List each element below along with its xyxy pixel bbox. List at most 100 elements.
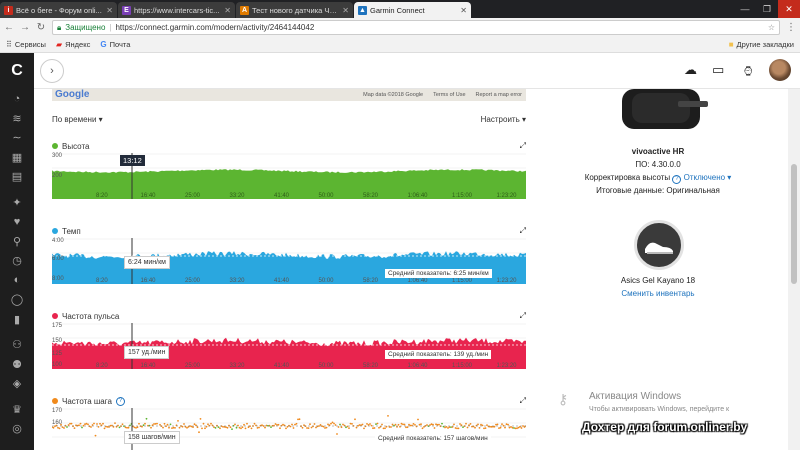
restore-icon[interactable]: ❐ bbox=[756, 4, 778, 15]
cadence-point bbox=[231, 428, 233, 430]
bookmark-mail[interactable]: G Почта bbox=[100, 40, 130, 49]
expand-icon[interactable]: ⤢ bbox=[520, 396, 526, 406]
cadence-point bbox=[102, 422, 104, 425]
forward-arrow-icon[interactable]: → bbox=[20, 22, 30, 33]
x-tick-label: 33:20 bbox=[230, 278, 246, 284]
cadence-point bbox=[457, 427, 460, 430]
cadence-point bbox=[178, 426, 181, 429]
inbox-icon[interactable]: ▭ bbox=[712, 62, 724, 78]
elevation-correction-dropdown[interactable]: Отключено ▾ bbox=[684, 173, 732, 182]
key-icon: ⚷ bbox=[558, 391, 569, 407]
cadence-point bbox=[507, 423, 509, 426]
customize-dropdown[interactable]: Настроить ▾ bbox=[481, 115, 526, 127]
address-bar[interactable]: 🔒︎ Защищено | https://connect.garmin.com… bbox=[52, 20, 780, 35]
garmin-logo-icon[interactable]: C bbox=[0, 53, 34, 89]
reload-icon[interactable]: ↻ bbox=[36, 22, 46, 33]
cadence-plot[interactable]: 170 160 158 шагов/мин Средний показатель… bbox=[52, 408, 526, 450]
cadence-point bbox=[523, 426, 526, 428]
help-icon[interactable]: ? bbox=[115, 396, 125, 406]
close-icon[interactable]: ✕ bbox=[342, 6, 349, 15]
map-terms-link[interactable]: Terms of Use bbox=[433, 92, 465, 98]
sort-dropdown[interactable]: По времени ▾ bbox=[52, 115, 103, 127]
x-tick-label: 50:00 bbox=[319, 193, 335, 199]
timer-icon[interactable]: ◷ bbox=[0, 251, 34, 271]
help-icon[interactable]: ? bbox=[672, 175, 682, 184]
avatar[interactable] bbox=[769, 59, 791, 81]
other-bookmarks[interactable]: ■ Другие закладки bbox=[729, 40, 794, 49]
activation-subtitle: Чтобы активировать Windows, перейдите к bbox=[589, 406, 730, 413]
browser-menu-icon[interactable]: ⋮ bbox=[786, 22, 796, 33]
elevation-dot-icon bbox=[52, 143, 58, 149]
settings-icon[interactable]: ◎ bbox=[0, 419, 34, 439]
change-gear-link[interactable]: Сменить инвентарь bbox=[560, 289, 756, 298]
activities-icon[interactable]: ∼ bbox=[0, 128, 34, 148]
cadence-point bbox=[309, 423, 311, 426]
cadence-point bbox=[349, 422, 352, 425]
minimize-icon[interactable]: — bbox=[734, 4, 756, 14]
close-icon[interactable]: ✕ bbox=[460, 6, 467, 15]
cadence-point bbox=[196, 426, 199, 429]
close-icon[interactable]: ✕ bbox=[224, 6, 231, 15]
expand-icon[interactable]: ⤢ bbox=[520, 226, 526, 236]
expand-icon[interactable]: ⤢ bbox=[520, 311, 526, 321]
bookmark-services[interactable]: ⠿ Сервисы bbox=[6, 40, 46, 49]
cadence-point bbox=[340, 426, 343, 429]
pace-plot[interactable]: 8:20 16:40 25:00 33:20 41:40 50:00 58:20 1:06:4… bbox=[52, 238, 526, 284]
browser-tab[interactable]: E https://www.intercars-tic... ✕ bbox=[118, 2, 235, 18]
cadence-point bbox=[247, 426, 250, 429]
map-report-link[interactable]: Report a map error bbox=[476, 92, 522, 98]
sleep-icon[interactable]: ◐ bbox=[0, 271, 34, 291]
chart-title: Высота bbox=[62, 141, 90, 151]
cadence-point bbox=[333, 422, 335, 425]
back-arrow-icon[interactable]: ← bbox=[4, 22, 14, 33]
cadence-point bbox=[52, 426, 55, 429]
cadence-point bbox=[369, 423, 371, 425]
bookmark-star-icon[interactable]: ☆ bbox=[768, 23, 775, 32]
x-tick-label: 58:20 bbox=[363, 278, 379, 284]
hover-tooltip: 6:24 мин/км bbox=[124, 256, 170, 269]
calendar-icon[interactable]: ▦ bbox=[0, 148, 34, 168]
reports-icon[interactable]: ▤ bbox=[0, 167, 34, 187]
cadence-point bbox=[406, 426, 409, 429]
cadence-point bbox=[246, 422, 248, 425]
dashboard-icon[interactable]: ◔ bbox=[0, 89, 34, 109]
scrollbar-thumb[interactable] bbox=[791, 164, 797, 284]
cadence-point bbox=[177, 420, 179, 422]
insights-icon[interactable]: ◯ bbox=[0, 290, 34, 310]
x-tick-label: 8:20 bbox=[96, 278, 108, 284]
expand-icon[interactable]: ⤢ bbox=[520, 141, 526, 151]
layers-icon[interactable]: ≋ bbox=[0, 109, 34, 129]
cadence-point bbox=[154, 423, 157, 425]
bookmark-yandex[interactable]: ▰ Яндекс bbox=[56, 40, 90, 49]
training-icon[interactable]: ✦ bbox=[0, 193, 34, 213]
close-icon[interactable]: ✕ bbox=[106, 6, 113, 15]
walking-icon[interactable]: ⚲ bbox=[0, 232, 34, 252]
connections-icon[interactable]: ⚇ bbox=[0, 335, 34, 355]
browser-tab[interactable]: i Всё о беге - Форум onli... ✕ bbox=[0, 2, 117, 18]
stats-icon[interactable]: ▮ bbox=[0, 310, 34, 330]
browser-tab[interactable]: A Тест нового датчика ЧС... ✕ bbox=[236, 2, 353, 18]
cadence-point bbox=[522, 425, 524, 427]
cadence-point bbox=[477, 423, 479, 426]
cadence-point bbox=[210, 422, 212, 425]
elevation-plot[interactable]: 8:20 16:40 25:00 33:20 41:40 50:00 58:20 1:06:4… bbox=[52, 153, 526, 199]
upload-cloud-icon[interactable]: ☁ bbox=[684, 62, 697, 78]
device-watch-icon[interactable]: ⌚︎ bbox=[742, 62, 755, 81]
cadence-point bbox=[198, 431, 200, 434]
health-icon[interactable]: ♥ bbox=[0, 212, 34, 232]
cadence-point bbox=[235, 426, 238, 429]
trophy-icon[interactable]: ♛ bbox=[0, 400, 34, 420]
cadence-chart: Частота шага? ⤢ 170 160 158 шагов/мин Ср… bbox=[52, 396, 526, 450]
expand-nav-button[interactable]: › bbox=[40, 59, 64, 83]
window-close-icon[interactable]: ✕ bbox=[778, 0, 800, 18]
cadence-point bbox=[462, 426, 464, 428]
page-scrollbar[interactable] bbox=[788, 89, 800, 450]
x-tick-label: 58:20 bbox=[363, 193, 379, 199]
badges-icon[interactable]: ◈ bbox=[0, 374, 34, 394]
heart-rate-plot[interactable]: 8:20 16:40 25:00 33:20 41:40 50:00 58:20 1:06:4… bbox=[52, 323, 526, 369]
cadence-point bbox=[136, 426, 139, 429]
map-footer: Google Map data ©2018 Google Terms of Us… bbox=[52, 89, 526, 101]
browser-tab-active[interactable]: ▲ Garmin Connect ✕ bbox=[354, 2, 471, 18]
groups-icon[interactable]: ⚉ bbox=[0, 355, 34, 375]
cadence-point bbox=[277, 423, 280, 426]
